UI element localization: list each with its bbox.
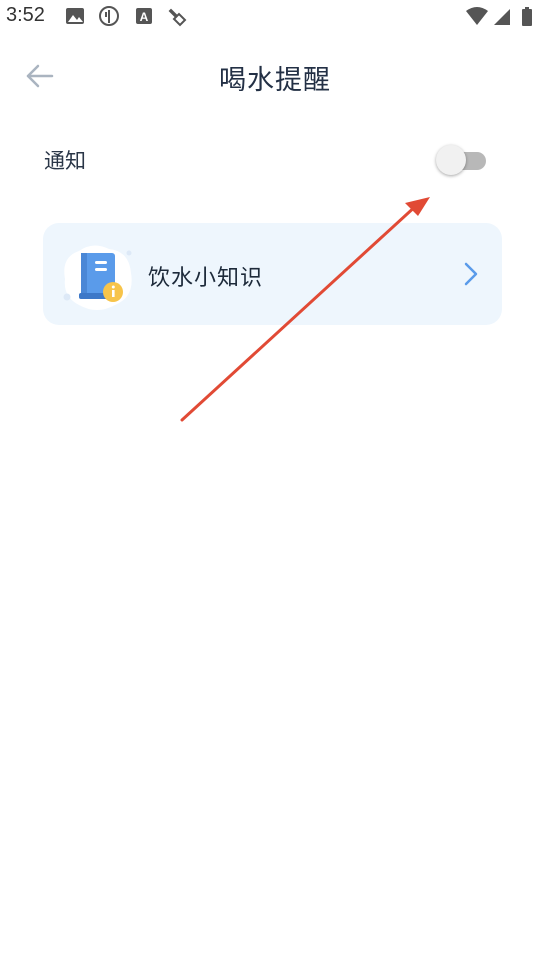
wifi-icon [466,7,488,25]
svg-text:A: A [140,10,149,24]
battery-icon [522,7,532,26]
notification-row: 通知 [0,130,550,190]
card-label: 饮水小知识 [148,266,264,291]
app-header: 喝水提醒 [0,40,550,114]
page-title: 喝水提醒 [219,65,331,96]
settings-wrench-icon [166,5,188,27]
image-icon [64,5,86,27]
status-bar: 3:52 A [0,0,550,34]
signal-icon [494,9,510,25]
water-knowledge-card[interactable]: 饮水小知识 [43,223,502,325]
toggle-thumb [436,145,466,175]
antenna-icon [98,5,120,27]
notification-label: 通知 [44,149,86,173]
chevron-right-icon [462,261,480,287]
text-a-icon: A [133,5,155,27]
status-right-icons [464,5,544,27]
status-time: 3:52 [6,4,45,26]
notification-toggle[interactable] [436,144,488,176]
book-info-icon [57,235,137,315]
